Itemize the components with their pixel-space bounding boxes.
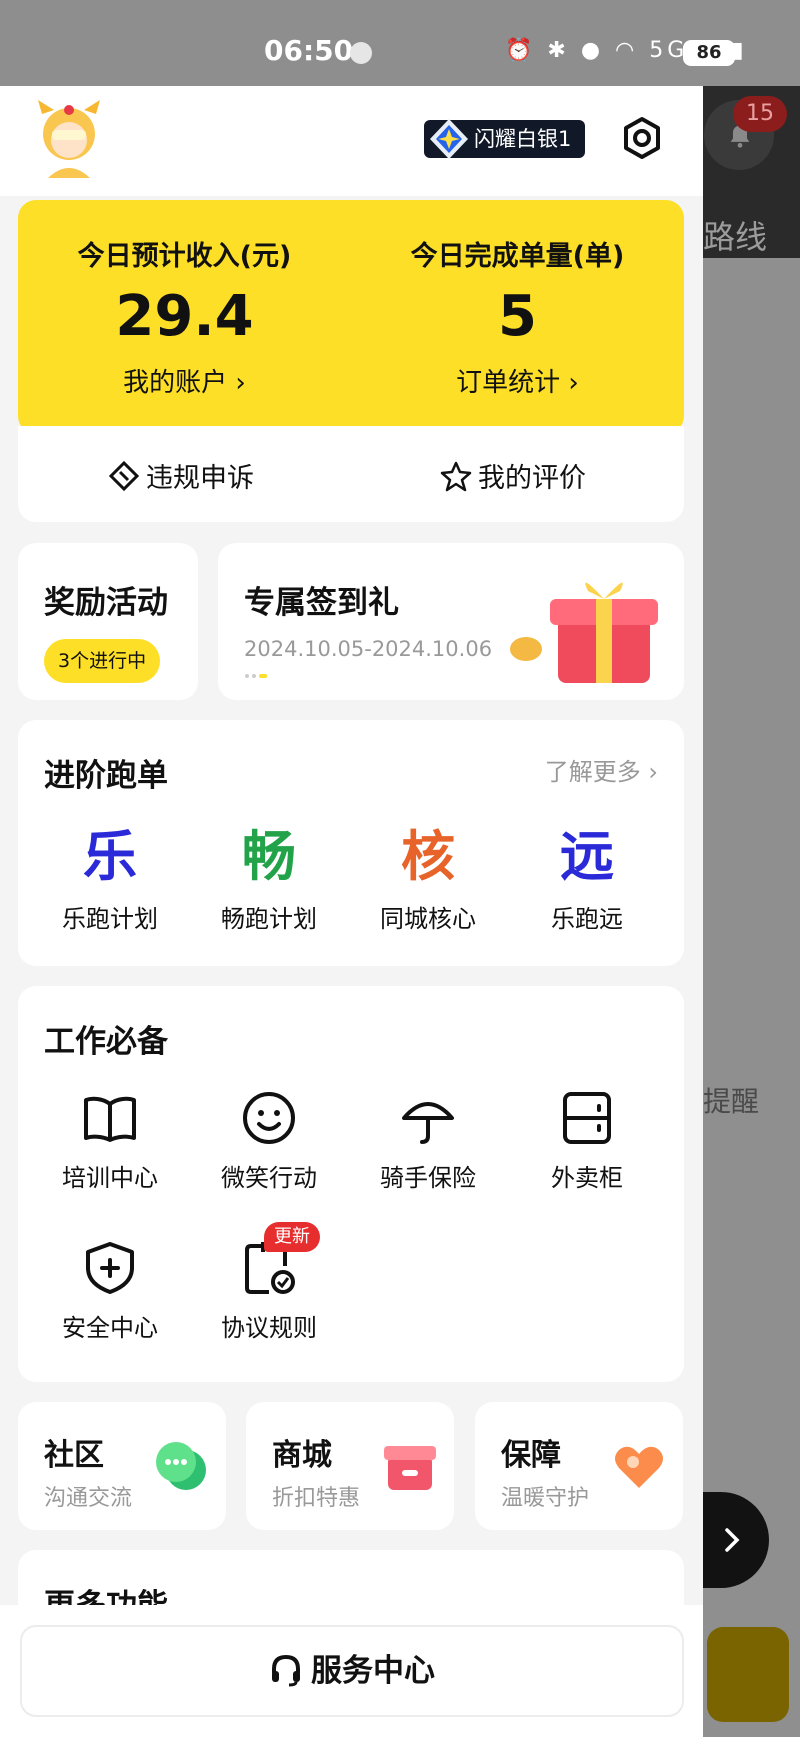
chang-glyph-icon: 畅 [242,825,296,888]
advance-card: 进阶跑单 了解更多 › 乐 乐跑计划 畅 畅跑计划 核 同城核心 远 乐跑远 [18,720,684,966]
chevron-right-icon [725,1528,740,1552]
tool-smile-action[interactable]: 微笑行动 [189,1090,349,1193]
notification-count: 15 [733,96,787,132]
community-card[interactable]: 社区 沟通交流 [18,1402,226,1530]
tool-safety-center[interactable]: 安全中心 [30,1240,190,1343]
remind-text: 提醒 [703,1085,760,1118]
advance-title: 进阶跑单 [44,758,168,794]
adv-item-yuan[interactable]: 远 乐跑远 [507,812,667,934]
chat-bubble-icon [156,1442,206,1490]
learn-more-link[interactable]: 了解更多 › [545,752,658,787]
orders-value: 5 [498,284,537,349]
service-label: 服务中心 [311,1653,435,1689]
tool-training-center[interactable]: 培训中心 [30,1090,190,1193]
adv-item-label: 同城核心 [380,905,476,933]
tool-label: 培训中心 [62,1164,158,1192]
status-time: 06:50 [264,34,354,67]
rank-label: 闪耀白银1 [474,127,572,151]
headset-icon [272,1654,300,1687]
tool-label: 协议规则 [221,1314,317,1342]
carousel-indicator [245,674,267,678]
adv-item-core[interactable]: 核 同城核心 [348,812,508,934]
reward-activity-card[interactable]: 奖励活动 3个进行中 [18,543,198,700]
income-card: 今日预计收入(元) 29.4 我的账户 › 今日完成单量(单) 5 订单统计 › [18,200,684,434]
background-app: 15 路线 提醒 [703,0,800,1737]
income-value: 29.4 [115,284,254,349]
adv-item-chang-pao[interactable]: 畅 畅跑计划 [189,812,349,934]
battery-level: 86 [683,40,735,66]
recording-icon [350,42,372,64]
locker-icon [563,1092,611,1144]
tool-label: 安全中心 [62,1314,158,1342]
shield-plus-icon [86,1242,134,1294]
smile-icon [243,1092,295,1144]
protection-subtitle: 温暖守护 [501,1486,590,1511]
shop-box-icon [384,1446,436,1490]
income-today[interactable]: 今日预计收入(元) 29.4 我的账户 › [18,200,351,434]
appeal-icon [108,460,140,492]
silver-rank-icon [430,119,468,159]
tool-rider-insurance[interactable]: 骑手保险 [348,1090,508,1193]
settings-gear-icon[interactable] [620,116,664,160]
protection-card[interactable]: 保障 温暖守护 [475,1402,683,1530]
status-bar: 06:50 ⏰ ✱ ● ◠ 5G ▮▮▮ 86 [0,0,800,86]
rating-label: 我的评价 [478,463,586,494]
appeal-label: 违规申诉 [146,463,254,494]
mall-subtitle: 折扣特惠 [272,1486,361,1511]
reward-count-pill: 3个进行中 [44,639,161,683]
route-text: 路线 [703,218,768,256]
he-glyph-icon: 核 [401,825,455,888]
community-title: 社区 [44,1438,104,1473]
next-button [703,1492,769,1588]
my-rating-button[interactable]: 我的评价 [440,456,586,495]
yuan-glyph-icon: 远 [560,825,614,888]
orders-label: 今日完成单量(单) [410,241,625,272]
service-center-button[interactable]: 服务中心 [20,1625,684,1717]
rank-badge[interactable]: 闪耀白银1 [424,119,586,159]
footer: 服务中心 [0,1605,703,1737]
checkin-title: 专属签到礼 [244,585,399,621]
mall-title: 商城 [272,1438,332,1473]
umbrella-icon [402,1102,454,1144]
order-stats-link[interactable]: 订单统计 › [351,362,684,399]
work-essentials-card: 工作必备 培训中心 微笑行动 骑手保险 外卖柜 安全中心 协议规则 更新 [18,986,684,1382]
background-action-bar [707,1627,789,1722]
adv-item-le-pao[interactable]: 乐 乐跑计划 [30,812,190,934]
tool-delivery-locker[interactable]: 外卖柜 [507,1090,667,1193]
community-subtitle: 沟通交流 [44,1486,133,1511]
orders-today[interactable]: 今日完成单量(单) 5 订单统计 › [351,200,684,434]
mall-card[interactable]: 商城 折扣特惠 [246,1402,454,1530]
checkin-date: 2024.10.05-2024.10.06 [244,637,493,661]
heart-icon [615,1446,663,1488]
new-badge: 更新 [264,1222,320,1252]
adv-item-label: 乐跑远 [551,905,623,933]
le-glyph-icon: 乐 [83,825,137,888]
side-drawer: 闪耀白银1 今日预计收入(元) 29.4 我的账户 › 今日完成单量(单) 5 … [0,86,703,1737]
tool-label: 骑手保险 [380,1164,476,1192]
adv-item-label: 畅跑计划 [221,905,317,933]
checkin-banner[interactable]: 专属签到礼 2024.10.05-2024.10.06 [218,543,684,700]
tool-agreement-rules[interactable]: 协议规则 [189,1240,349,1343]
protection-title: 保障 [501,1438,561,1473]
adv-item-label: 乐跑计划 [62,905,158,933]
drawer-header: 闪耀白银1 [0,86,703,196]
tool-label: 外卖柜 [551,1164,623,1192]
gift-box-icon [510,582,658,683]
star-icon [440,461,472,492]
appeal-button[interactable]: 违规申诉 [108,456,254,495]
reward-title: 奖励活动 [44,585,168,621]
quick-links-card: 违规申诉 我的评价 [18,426,684,522]
avatar[interactable] [34,100,104,178]
work-title: 工作必备 [44,1024,168,1060]
my-account-link[interactable]: 我的账户 › [18,362,351,399]
tool-label: 微笑行动 [221,1164,317,1192]
book-icon [84,1096,136,1142]
income-label: 今日预计收入(元) [77,241,292,272]
